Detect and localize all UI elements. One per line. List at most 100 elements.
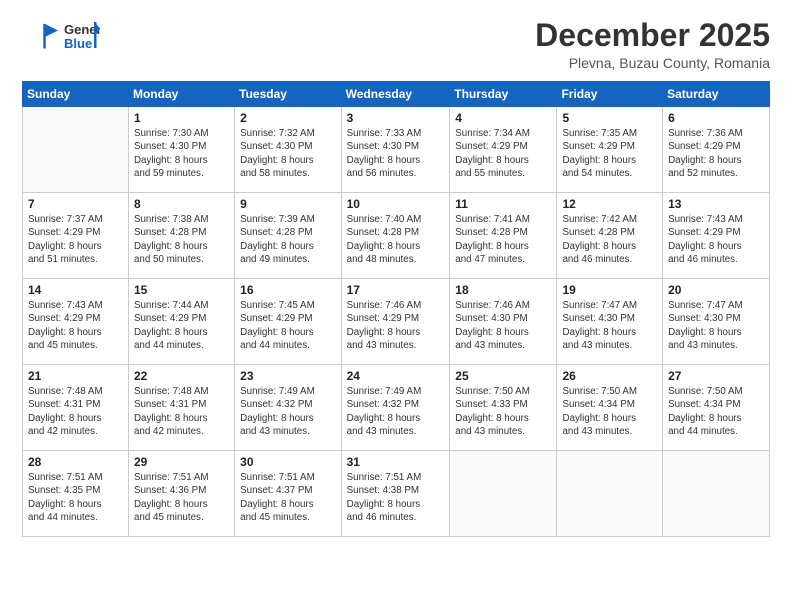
day-of-week-header: Thursday <box>450 82 557 107</box>
cell-info: Sunrise: 7:37 AMSunset: 4:29 PMDaylight:… <box>28 213 123 266</box>
calendar-cell: 29 Sunrise: 7:51 AMSunset: 4:36 PMDayligh… <box>128 451 234 537</box>
day-number: 11 <box>455 197 551 211</box>
cell-info: Sunrise: 7:40 AMSunset: 4:28 PMDaylight:… <box>347 213 445 266</box>
cell-info: Sunrise: 7:36 AMSunset: 4:29 PMDaylight:… <box>668 127 764 180</box>
calendar-week-row: 1 Sunrise: 7:30 AMSunset: 4:30 PMDaylight… <box>23 107 770 193</box>
calendar-cell: 15 Sunrise: 7:44 AMSunset: 4:29 PMDayligh… <box>128 279 234 365</box>
day-number: 17 <box>347 283 445 297</box>
day-number: 28 <box>28 455 123 469</box>
day-of-week-header: Monday <box>128 82 234 107</box>
cell-info: Sunrise: 7:41 AMSunset: 4:28 PMDaylight:… <box>455 213 551 266</box>
calendar-cell: 6 Sunrise: 7:36 AMSunset: 4:29 PMDaylight… <box>663 107 770 193</box>
calendar-cell: 11 Sunrise: 7:41 AMSunset: 4:28 PMDayligh… <box>450 193 557 279</box>
calendar-cell: 2 Sunrise: 7:32 AMSunset: 4:30 PMDaylight… <box>235 107 341 193</box>
cell-info: Sunrise: 7:46 AMSunset: 4:30 PMDaylight:… <box>455 299 551 352</box>
calendar-week-row: 14Sunrise: 7:43 AMSunset: 4:29 PMDayligh… <box>23 279 770 365</box>
day-number: 12 <box>562 197 657 211</box>
cell-info: Sunrise: 7:47 AMSunset: 4:30 PMDaylight:… <box>562 299 657 352</box>
day-number: 23 <box>240 369 335 383</box>
day-number: 5 <box>562 111 657 125</box>
day-number: 3 <box>347 111 445 125</box>
cell-info: Sunrise: 7:44 AMSunset: 4:29 PMDaylight:… <box>134 299 229 352</box>
calendar-cell: 21 Sunrise: 7:48 AMSunset: 4:31 PMDayligh… <box>23 365 129 451</box>
calendar-week-row: 7Sunrise: 7:37 AMSunset: 4:29 PMDaylight… <box>23 193 770 279</box>
calendar-cell <box>450 451 557 537</box>
day-number: 10 <box>347 197 445 211</box>
cell-info: Sunrise: 7:48 AMSunset: 4:31 PMDaylight:… <box>134 385 229 438</box>
cell-info: Sunrise: 7:50 AMSunset: 4:34 PMDaylight:… <box>668 385 764 438</box>
calendar-week-row: 28 Sunrise: 7:51 AMSunset: 4:35 PMDayligh… <box>23 451 770 537</box>
cell-info: Sunrise: 7:48 AMSunset: 4:31 PMDaylight:… <box>28 385 123 438</box>
day-number: 19 <box>562 283 657 297</box>
day-number: 9 <box>240 197 335 211</box>
logo-icon <box>22 19 58 55</box>
cell-info: Sunrise: 7:39 AMSunset: 4:28 PMDaylight:… <box>240 213 335 266</box>
calendar-cell: 24 Sunrise: 7:49 AMSunset: 4:32 PMDayligh… <box>341 365 450 451</box>
day-number: 6 <box>668 111 764 125</box>
cell-info: Sunrise: 7:42 AMSunset: 4:28 PMDaylight:… <box>562 213 657 266</box>
day-number: 24 <box>347 369 445 383</box>
calendar-cell: 16 Sunrise: 7:45 AMSunset: 4:29 PMDayligh… <box>235 279 341 365</box>
cell-info: Sunrise: 7:45 AMSunset: 4:29 PMDaylight:… <box>240 299 335 352</box>
calendar-cell: 22 Sunrise: 7:48 AMSunset: 4:31 PMDayligh… <box>128 365 234 451</box>
calendar-cell: 10 Sunrise: 7:40 AMSunset: 4:28 PMDayligh… <box>341 193 450 279</box>
calendar-cell <box>663 451 770 537</box>
calendar-cell <box>557 451 663 537</box>
header: General Blue December 2025 Plevna, Buzau… <box>22 18 770 71</box>
calendar-cell: 17 Sunrise: 7:46 AMSunset: 4:29 PMDayligh… <box>341 279 450 365</box>
calendar-cell: 19 Sunrise: 7:47 AMSunset: 4:30 PMDayligh… <box>557 279 663 365</box>
day-number: 20 <box>668 283 764 297</box>
day-number: 26 <box>562 369 657 383</box>
calendar-cell: 12 Sunrise: 7:42 AMSunset: 4:28 PMDayligh… <box>557 193 663 279</box>
calendar-cell: 1 Sunrise: 7:30 AMSunset: 4:30 PMDaylight… <box>128 107 234 193</box>
calendar-cell: 7Sunrise: 7:37 AMSunset: 4:29 PMDaylight… <box>23 193 129 279</box>
day-number: 2 <box>240 111 335 125</box>
day-number: 15 <box>134 283 229 297</box>
cell-info: Sunrise: 7:33 AMSunset: 4:30 PMDaylight:… <box>347 127 445 180</box>
calendar-cell <box>23 107 129 193</box>
cell-info: Sunrise: 7:51 AMSunset: 4:35 PMDaylight:… <box>28 471 123 524</box>
calendar-cell: 8 Sunrise: 7:38 AMSunset: 4:28 PMDaylight… <box>128 193 234 279</box>
header-row: SundayMondayTuesdayWednesdayThursdayFrid… <box>23 82 770 107</box>
cell-info: Sunrise: 7:38 AMSunset: 4:28 PMDaylight:… <box>134 213 229 266</box>
day-number: 29 <box>134 455 229 469</box>
day-of-week-header: Friday <box>557 82 663 107</box>
cell-info: Sunrise: 7:46 AMSunset: 4:29 PMDaylight:… <box>347 299 445 352</box>
cell-info: Sunrise: 7:51 AMSunset: 4:37 PMDaylight:… <box>240 471 335 524</box>
day-of-week-header: Sunday <box>23 82 129 107</box>
day-number: 27 <box>668 369 764 383</box>
cell-info: Sunrise: 7:49 AMSunset: 4:32 PMDaylight:… <box>347 385 445 438</box>
cell-info: Sunrise: 7:35 AMSunset: 4:29 PMDaylight:… <box>562 127 657 180</box>
day-number: 13 <box>668 197 764 211</box>
calendar-body: 1 Sunrise: 7:30 AMSunset: 4:30 PMDaylight… <box>23 107 770 537</box>
cell-info: Sunrise: 7:47 AMSunset: 4:30 PMDaylight:… <box>668 299 764 352</box>
calendar-week-row: 21 Sunrise: 7:48 AMSunset: 4:31 PMDayligh… <box>23 365 770 451</box>
day-number: 8 <box>134 197 229 211</box>
svg-text:Blue: Blue <box>64 36 92 51</box>
logo-text-block: General Blue <box>62 18 100 56</box>
calendar-cell: 3 Sunrise: 7:33 AMSunset: 4:30 PMDaylight… <box>341 107 450 193</box>
calendar-table: SundayMondayTuesdayWednesdayThursdayFrid… <box>22 81 770 537</box>
cell-info: Sunrise: 7:51 AMSunset: 4:36 PMDaylight:… <box>134 471 229 524</box>
calendar-cell: 5 Sunrise: 7:35 AMSunset: 4:29 PMDaylight… <box>557 107 663 193</box>
cell-info: Sunrise: 7:43 AMSunset: 4:29 PMDaylight:… <box>668 213 764 266</box>
cell-info: Sunrise: 7:50 AMSunset: 4:33 PMDaylight:… <box>455 385 551 438</box>
day-number: 21 <box>28 369 123 383</box>
cell-info: Sunrise: 7:30 AMSunset: 4:30 PMDaylight:… <box>134 127 229 180</box>
calendar-cell: 28 Sunrise: 7:51 AMSunset: 4:35 PMDayligh… <box>23 451 129 537</box>
day-number: 22 <box>134 369 229 383</box>
calendar-cell: 27 Sunrise: 7:50 AMSunset: 4:34 PMDayligh… <box>663 365 770 451</box>
day-number: 31 <box>347 455 445 469</box>
day-number: 1 <box>134 111 229 125</box>
cell-info: Sunrise: 7:32 AMSunset: 4:30 PMDaylight:… <box>240 127 335 180</box>
day-number: 30 <box>240 455 335 469</box>
logo: General Blue <box>22 18 100 56</box>
calendar-cell: 26Sunrise: 7:50 AMSunset: 4:34 PMDayligh… <box>557 365 663 451</box>
cell-info: Sunrise: 7:34 AMSunset: 4:29 PMDaylight:… <box>455 127 551 180</box>
calendar-cell: 31Sunrise: 7:51 AMSunset: 4:38 PMDayligh… <box>341 451 450 537</box>
calendar-cell: 9 Sunrise: 7:39 AMSunset: 4:28 PMDaylight… <box>235 193 341 279</box>
generalblue-logo-svg: General Blue <box>62 18 100 56</box>
day-of-week-header: Wednesday <box>341 82 450 107</box>
day-number: 16 <box>240 283 335 297</box>
day-number: 25 <box>455 369 551 383</box>
